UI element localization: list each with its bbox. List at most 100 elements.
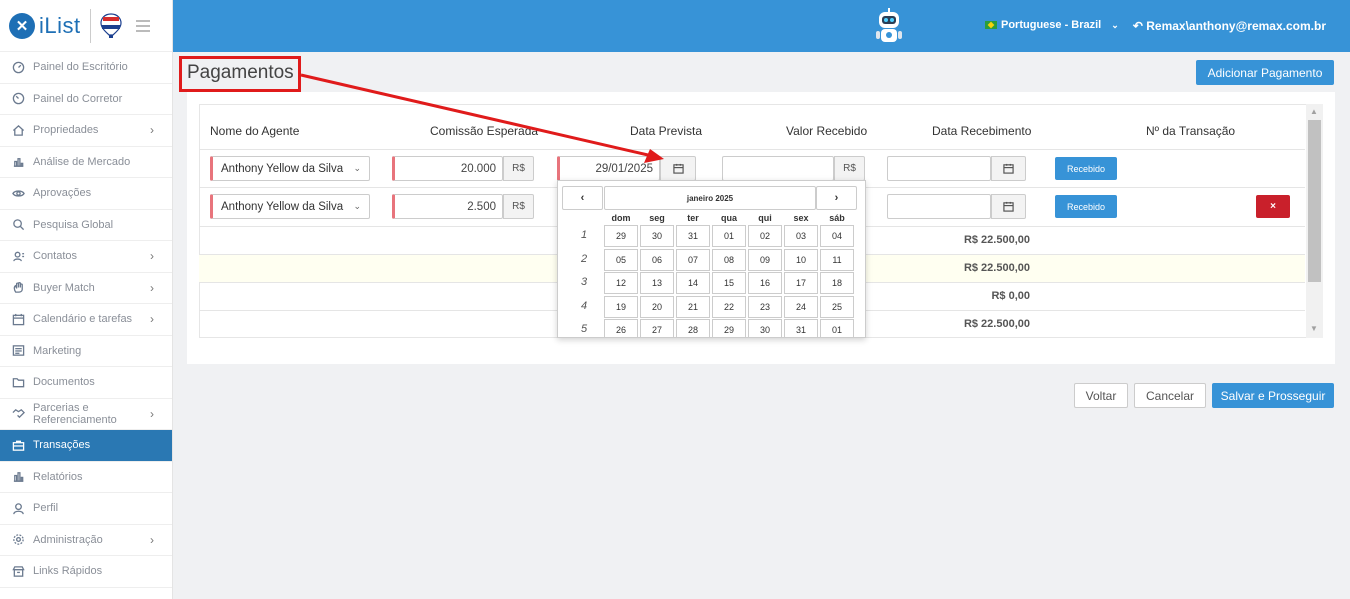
- datepicker-day[interactable]: 02: [748, 225, 782, 247]
- datepicker-day[interactable]: 24: [784, 295, 818, 318]
- datepicker-day[interactable]: 01: [820, 319, 854, 337]
- datepicker-day[interactable]: 16: [748, 272, 782, 294]
- datepicker-day[interactable]: 13: [640, 272, 674, 294]
- sidebar-item-painel-do-corretor[interactable]: Painel do Corretor: [0, 84, 172, 115]
- agent-select[interactable]: Anthony Yellow da Silva ⌄: [210, 194, 370, 219]
- sidebar-item-propriedades[interactable]: Propriedades ›: [0, 115, 172, 147]
- datepicker-day[interactable]: 27: [640, 319, 674, 337]
- datepicker-day[interactable]: 22: [712, 295, 746, 318]
- sidebar-item-painel-do-escritorio[interactable]: Painel do Escritório: [0, 52, 172, 84]
- datepicker-day[interactable]: 03: [784, 225, 818, 247]
- datepicker-day[interactable]: 08: [712, 248, 746, 271]
- delete-payment-button[interactable]: ×: [1256, 195, 1290, 218]
- datepicker-day[interactable]: 29: [604, 225, 638, 247]
- cancel-button[interactable]: Cancelar: [1134, 383, 1206, 408]
- sidebar-item-links-rapidos[interactable]: Links Rápidos: [0, 556, 172, 588]
- datepicker-day[interactable]: 30: [640, 225, 674, 247]
- user-menu[interactable]: ↶ Remax\anthony@remax.com.br: [1133, 19, 1326, 33]
- datepicker-day[interactable]: 11: [820, 248, 854, 271]
- sidebar-item-parcerias-e-referenciamento[interactable]: Parcerias e Referenciamento ›: [0, 399, 172, 430]
- datepicker-day[interactable]: 10: [784, 248, 818, 271]
- datepicker-day[interactable]: 18: [820, 272, 854, 294]
- sidebar-item-relatorios[interactable]: Relatórios: [0, 462, 172, 493]
- menu-toggle-icon[interactable]: [135, 19, 150, 32]
- datepicker-day[interactable]: 09: [748, 248, 782, 271]
- sidebar-item-analise-de-mercado[interactable]: Análise de Mercado: [0, 147, 172, 178]
- agent-select-value: Anthony Yellow da Silva: [221, 200, 344, 213]
- sidebar-item-label: Propriedades: [33, 124, 99, 137]
- table-scrollbar[interactable]: ▲ ▼: [1306, 104, 1323, 338]
- datepicker-day[interactable]: 23: [748, 295, 782, 318]
- sidebar-item-label: Painel do Corretor: [33, 92, 123, 105]
- week-number: 1: [580, 229, 588, 241]
- sidebar-item-transacoes[interactable]: Transações: [0, 430, 172, 462]
- calendar-button[interactable]: [660, 156, 696, 181]
- datepicker-day[interactable]: 14: [676, 272, 710, 294]
- assistant-robot-icon[interactable]: [873, 8, 905, 46]
- week-number: 4: [580, 299, 588, 312]
- datepicker-day[interactable]: 25: [820, 295, 854, 318]
- calendar-icon: [1003, 163, 1014, 174]
- save-continue-button[interactable]: Salvar e Prosseguir: [1212, 383, 1334, 408]
- commission-input[interactable]: 20.000: [392, 156, 503, 181]
- datepicker-day[interactable]: 26: [604, 319, 638, 337]
- datepicker-day[interactable]: 12: [604, 272, 638, 294]
- currency-addon: R$: [503, 194, 534, 219]
- received-date-input[interactable]: [887, 156, 991, 181]
- chevron-right-icon: ›: [150, 249, 154, 264]
- datepicker-month-label[interactable]: janeiro 2025: [604, 186, 816, 210]
- agent-select[interactable]: Anthony Yellow da Silva ⌄: [210, 156, 370, 181]
- datepicker-day[interactable]: 31: [784, 319, 818, 337]
- datepicker-day[interactable]: 17: [784, 272, 818, 294]
- received-value-input[interactable]: [722, 156, 834, 181]
- brand-divider: [89, 8, 91, 43]
- sidebar-item-perfil[interactable]: Perfil: [0, 493, 172, 525]
- topbar: Portuguese - Brazil ⌄ ↶ Remax\anthony@re…: [173, 0, 1350, 52]
- datepicker-day[interactable]: 31: [676, 225, 710, 247]
- received-button[interactable]: Recebido: [1055, 195, 1117, 218]
- sidebar-item-aprovacoes[interactable]: Aprovações: [0, 178, 172, 210]
- datepicker-day[interactable]: 21: [676, 295, 710, 318]
- sidebar-item-marketing[interactable]: Marketing: [0, 336, 172, 367]
- datepicker-day[interactable]: 04: [820, 225, 854, 247]
- expected-date-input[interactable]: 29/01/2025: [557, 156, 660, 181]
- weekday-header: sex: [793, 213, 809, 223]
- received-button[interactable]: Recebido: [1055, 157, 1117, 180]
- datepicker-day[interactable]: 01: [712, 225, 746, 247]
- weekday-header: qui: [758, 213, 772, 223]
- sidebar-item-administracao[interactable]: Administração ›: [0, 525, 172, 556]
- calendar-button[interactable]: [991, 194, 1026, 219]
- language-selector[interactable]: Portuguese - Brazil ⌄: [985, 19, 1119, 31]
- briefcase-icon: [11, 438, 25, 452]
- contacts-icon: [11, 249, 25, 263]
- calendar-button[interactable]: [991, 156, 1026, 181]
- scroll-down-icon[interactable]: ▼: [1310, 324, 1318, 333]
- language-label: Portuguese - Brazil: [1001, 19, 1102, 31]
- sidebar-item-label: Transações: [33, 439, 91, 452]
- scrollbar-thumb[interactable]: [1308, 120, 1321, 282]
- row-divider: [199, 149, 1305, 150]
- datepicker-day[interactable]: 07: [676, 248, 710, 271]
- datepicker-day[interactable]: 05: [604, 248, 638, 271]
- datepicker-day[interactable]: 30: [748, 319, 782, 337]
- sidebar-item-buyer-match[interactable]: Buyer Match ›: [0, 273, 172, 304]
- back-button[interactable]: Voltar: [1074, 383, 1128, 408]
- sidebar-item-pesquisa-global[interactable]: Pesquisa Global: [0, 210, 172, 241]
- datepicker-day[interactable]: 15: [712, 272, 746, 294]
- sidebar-item-documentos[interactable]: Documentos: [0, 367, 172, 399]
- datepicker-next-button[interactable]: ›: [816, 186, 857, 210]
- scroll-up-icon[interactable]: ▲: [1310, 107, 1318, 116]
- datepicker-prev-button[interactable]: ‹: [562, 186, 603, 210]
- weekday-header: qua: [720, 213, 737, 223]
- datepicker-day[interactable]: 29: [712, 319, 746, 337]
- received-date-input[interactable]: [887, 194, 991, 219]
- datepicker-day[interactable]: 06: [640, 248, 674, 271]
- week-number: 2: [580, 252, 588, 265]
- sidebar-item-contatos[interactable]: Contatos ›: [0, 241, 172, 273]
- add-payment-button[interactable]: Adicionar Pagamento: [1196, 60, 1334, 85]
- sidebar-item-calendario-e-tarefas[interactable]: Calendário e tarefas ›: [0, 304, 172, 336]
- datepicker-day[interactable]: 20: [640, 295, 674, 318]
- datepicker-day[interactable]: 28: [676, 319, 710, 337]
- datepicker-day[interactable]: 19: [604, 295, 638, 318]
- commission-input[interactable]: 2.500: [392, 194, 503, 219]
